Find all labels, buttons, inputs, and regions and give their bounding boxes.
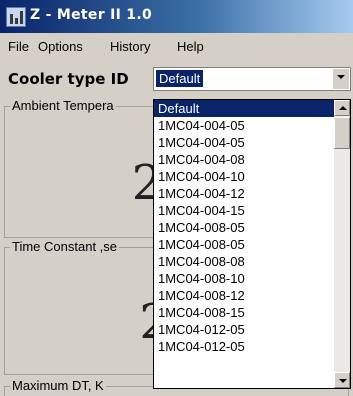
dropdown-item[interactable]: 1MC04-004-15 bbox=[154, 202, 334, 219]
dropdown-items: Default 1MC04-004-05 1MC04-004-05 1MC04-… bbox=[154, 100, 334, 355]
dropdown-item[interactable]: 1MC04-008-10 bbox=[154, 270, 334, 287]
window-title: Z - Meter II 1.0 bbox=[30, 7, 152, 23]
dropdown-item[interactable]: 1MC04-004-05 bbox=[154, 134, 334, 151]
app-window: Z - Meter II 1.0 File Options History He… bbox=[0, 0, 353, 396]
app-icon bbox=[6, 7, 26, 27]
dropdown-item[interactable]: 1MC04-004-10 bbox=[154, 168, 334, 185]
ambient-temperature-title: Ambient Tempera bbox=[10, 98, 116, 113]
menu-file[interactable]: File bbox=[8, 39, 29, 54]
dropdown-item[interactable]: 1MC04-008-15 bbox=[154, 304, 334, 321]
dropdown-item[interactable]: 1MC04-004-05 bbox=[154, 117, 334, 134]
arrow-up-icon bbox=[339, 106, 347, 110]
cooler-type-select[interactable]: Default bbox=[153, 67, 351, 91]
cooler-type-value: Default bbox=[156, 70, 204, 87]
menu-help[interactable]: Help bbox=[177, 39, 204, 54]
dropdown-item[interactable]: Default bbox=[154, 100, 334, 117]
menu-history[interactable]: History bbox=[110, 39, 150, 54]
chevron-down-icon bbox=[337, 75, 345, 79]
dropdown-item[interactable]: 1MC04-008-05 bbox=[154, 236, 334, 253]
scroll-thumb[interactable] bbox=[334, 117, 350, 149]
dropdown-item[interactable]: 1MC04-004-08 bbox=[154, 151, 334, 168]
dropdown-button[interactable] bbox=[332, 69, 349, 89]
dropdown-scrollbar[interactable] bbox=[334, 100, 350, 388]
dropdown-item[interactable]: 1MC04-008-12 bbox=[154, 287, 334, 304]
dropdown-item[interactable]: 1MC04-004-12 bbox=[154, 185, 334, 202]
title-bar[interactable]: Z - Meter II 1.0 bbox=[0, 0, 353, 33]
menu-bar: File Options History Help bbox=[0, 36, 353, 58]
arrow-down-icon bbox=[339, 379, 347, 383]
cooler-type-label: Cooler type ID bbox=[8, 70, 129, 88]
maximum-dt-title: Maximum DT, K bbox=[10, 378, 106, 393]
menu-options[interactable]: Options bbox=[38, 39, 83, 54]
dropdown-item[interactable]: 1MC04-012-05 bbox=[154, 338, 334, 355]
dropdown-item[interactable]: 1MC04-012-05 bbox=[154, 321, 334, 338]
dropdown-item[interactable]: 1MC04-008-05 bbox=[154, 219, 334, 236]
scroll-up-button[interactable] bbox=[334, 100, 350, 116]
scroll-down-button[interactable] bbox=[334, 372, 350, 388]
dropdown-item[interactable]: 1MC04-008-08 bbox=[154, 253, 334, 270]
time-constant-title: Time Constant ,se bbox=[10, 239, 120, 254]
cooler-type-dropdown-list[interactable]: Default 1MC04-004-05 1MC04-004-05 1MC04-… bbox=[153, 99, 351, 389]
